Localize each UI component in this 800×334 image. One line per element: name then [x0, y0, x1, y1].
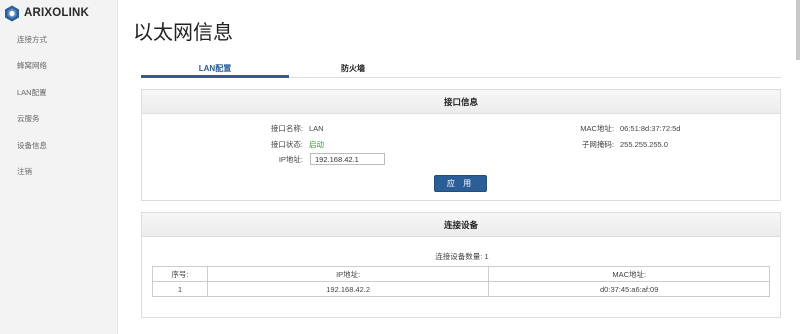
interface-status-row: 接口状态: 启动: [260, 139, 324, 150]
scroll-edge: [796, 0, 800, 60]
sidebar-item-connection-mode[interactable]: 连接方式: [0, 27, 118, 53]
sidebar-nav: 连接方式 蜂窝网络 LAN配置 云服务 设备信息 注销: [0, 27, 118, 185]
cell-mac: d0:37:45:a6:af:09: [488, 281, 770, 297]
subnet-mask-value: 255.255.255.0: [620, 140, 668, 149]
device-count-value: 1: [484, 252, 489, 261]
tab-lan-config[interactable]: LAN配置: [141, 60, 289, 78]
interface-info-panel: 接口信息 接口名称: LAN 接口状态: 启动 IP地址: MAC地址: 06:51:…: [141, 89, 781, 201]
apply-button[interactable]: 应 用: [434, 175, 487, 192]
column-header-ip: IP地址:: [206, 266, 490, 282]
brand-name: ARIXOLINK: [24, 7, 90, 19]
page-title: 以太网信息: [133, 22, 233, 44]
devices-table: 序号: IP地址: MAC地址: 1 192.168.42.2 d0:37:45…: [152, 266, 770, 297]
tab-bar: LAN配置 防火墙: [141, 60, 781, 78]
interface-info-header: 接口信息: [142, 90, 780, 114]
subnet-mask-label: 子网掩码:: [581, 140, 614, 149]
subnet-mask-row: 子网掩码: 255.255.255.0: [570, 139, 668, 150]
mac-address-label: MAC地址:: [580, 124, 614, 133]
sidebar-item-cellular[interactable]: 蜂窝网络: [0, 53, 118, 79]
sidebar: ARIXOLINK 连接方式 蜂窝网络 LAN配置 云服务 设备信息 注销: [0, 0, 118, 334]
sidebar-item-lan-config[interactable]: LAN配置: [0, 80, 118, 106]
connected-devices-header: 连接设备: [142, 213, 780, 237]
ip-address-input[interactable]: [310, 153, 385, 165]
interface-name-label: 接口名称:: [270, 124, 303, 133]
interface-status-label: 接口状态:: [270, 140, 303, 149]
connected-devices-panel: 连接设备 连接设备数量: 1 序号: IP地址: MAC地址: 1 192.16…: [141, 212, 781, 318]
ip-address-label: IP地址:: [278, 155, 303, 164]
brand-logo[interactable]: ARIXOLINK: [4, 4, 89, 22]
sidebar-item-device-info[interactable]: 设备信息: [0, 133, 118, 159]
interface-name-row: 接口名称: LAN: [260, 123, 324, 134]
mac-address-value: 06:51:8d:37:72:5d: [620, 124, 681, 133]
sidebar-item-cloud-service[interactable]: 云服务: [0, 106, 118, 132]
column-header-mac: MAC地址:: [488, 266, 770, 282]
device-count-label: 连接设备数量:: [435, 252, 483, 261]
cell-index: 1: [152, 281, 208, 297]
table-header-row: 序号: IP地址: MAC地址:: [152, 266, 770, 282]
tab-firewall[interactable]: 防火墙: [279, 60, 427, 78]
column-header-index: 序号:: [152, 266, 208, 282]
table-row: 1 192.168.42.2 d0:37:45:a6:af:09: [152, 281, 770, 297]
device-count: 连接设备数量: 1: [142, 251, 782, 262]
interface-name-value: LAN: [309, 124, 324, 133]
cell-ip: 192.168.42.2: [206, 281, 490, 297]
logo-icon: [5, 5, 19, 21]
mac-address-row: MAC地址: 06:51:8d:37:72:5d: [570, 123, 680, 134]
interface-status-value: 启动: [309, 140, 324, 149]
sidebar-item-logout[interactable]: 注销: [0, 159, 118, 185]
ip-address-row: IP地址:: [260, 154, 303, 165]
